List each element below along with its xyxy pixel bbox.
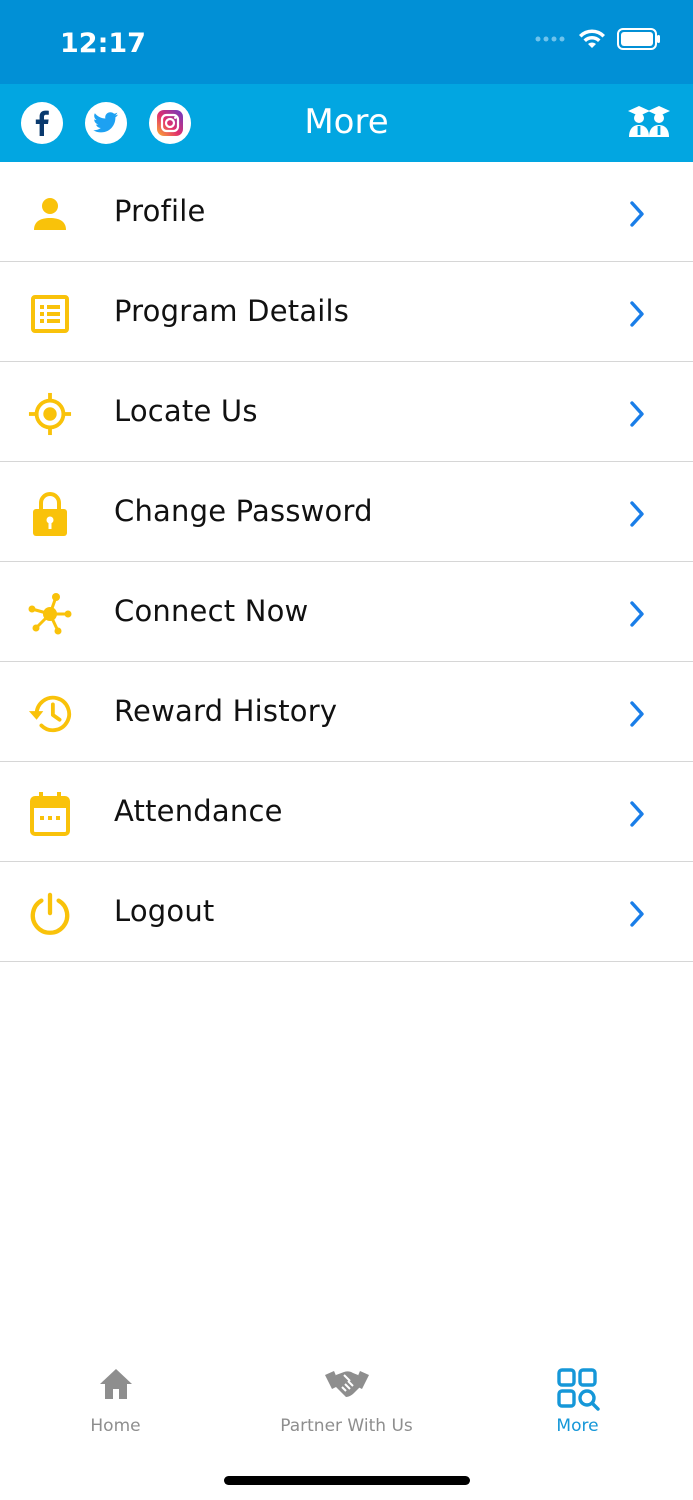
network-icon (28, 592, 72, 636)
signal-icon (535, 36, 565, 42)
tab-more[interactable]: More (462, 1355, 693, 1445)
menu-list: Profile Program Details Locate Us Change… (0, 162, 693, 962)
chevron-right-icon (630, 901, 644, 927)
tab-more-label: More (556, 1416, 599, 1436)
chevron-right-icon (630, 701, 644, 727)
chevron-right-icon (630, 301, 644, 327)
menu-item-profile[interactable]: Profile (0, 162, 693, 262)
chevron-right-icon (630, 401, 644, 427)
menu-item-label: Reward History (114, 694, 338, 728)
history-icon (28, 692, 72, 736)
page-title: More (304, 102, 389, 142)
chevron-right-icon (630, 601, 644, 627)
tab-partner-with-us[interactable]: Partner With Us (231, 1355, 462, 1445)
menu-item-attendance[interactable]: Attendance (0, 762, 693, 862)
status-bar: 12:17 (0, 0, 693, 84)
menu-item-label: Locate Us (114, 394, 258, 428)
calendar-icon (28, 792, 72, 836)
home-indicator[interactable] (224, 1476, 470, 1485)
menu-item-label: Logout (114, 894, 215, 928)
lock-icon (28, 492, 72, 536)
grid-search-icon (556, 1368, 600, 1411)
menu-item-connect-now[interactable]: Connect Now (0, 562, 693, 662)
menu-item-label: Profile (114, 194, 206, 228)
menu-item-label: Connect Now (114, 594, 309, 628)
chevron-right-icon (630, 501, 644, 527)
menu-item-locate-us[interactable]: Locate Us (0, 362, 693, 462)
chevron-right-icon (630, 801, 644, 827)
list-icon (28, 292, 72, 336)
tab-home-label: Home (90, 1416, 141, 1436)
tab-home[interactable]: Home (0, 1355, 231, 1445)
wifi-icon (579, 29, 605, 48)
person-icon (28, 192, 72, 236)
graduates-icon[interactable] (627, 106, 671, 142)
status-time: 12:17 (60, 28, 146, 59)
chevron-right-icon (630, 201, 644, 227)
tab-partner-label: Partner With Us (280, 1416, 413, 1436)
status-indicators (535, 28, 661, 50)
target-icon (28, 392, 72, 436)
battery-icon (617, 28, 660, 50)
menu-item-reward-history[interactable]: Reward History (0, 662, 693, 762)
menu-item-label: Change Password (114, 494, 373, 528)
menu-item-change-password[interactable]: Change Password (0, 462, 693, 562)
menu-item-label: Program Details (114, 294, 350, 328)
menu-item-logout[interactable]: Logout (0, 862, 693, 962)
handshake-icon (324, 1371, 369, 1397)
home-icon (99, 1369, 132, 1399)
menu-item-program-details[interactable]: Program Details (0, 262, 693, 362)
menu-item-label: Attendance (114, 794, 283, 828)
power-icon (28, 892, 72, 936)
nav-bar: More (0, 84, 693, 162)
